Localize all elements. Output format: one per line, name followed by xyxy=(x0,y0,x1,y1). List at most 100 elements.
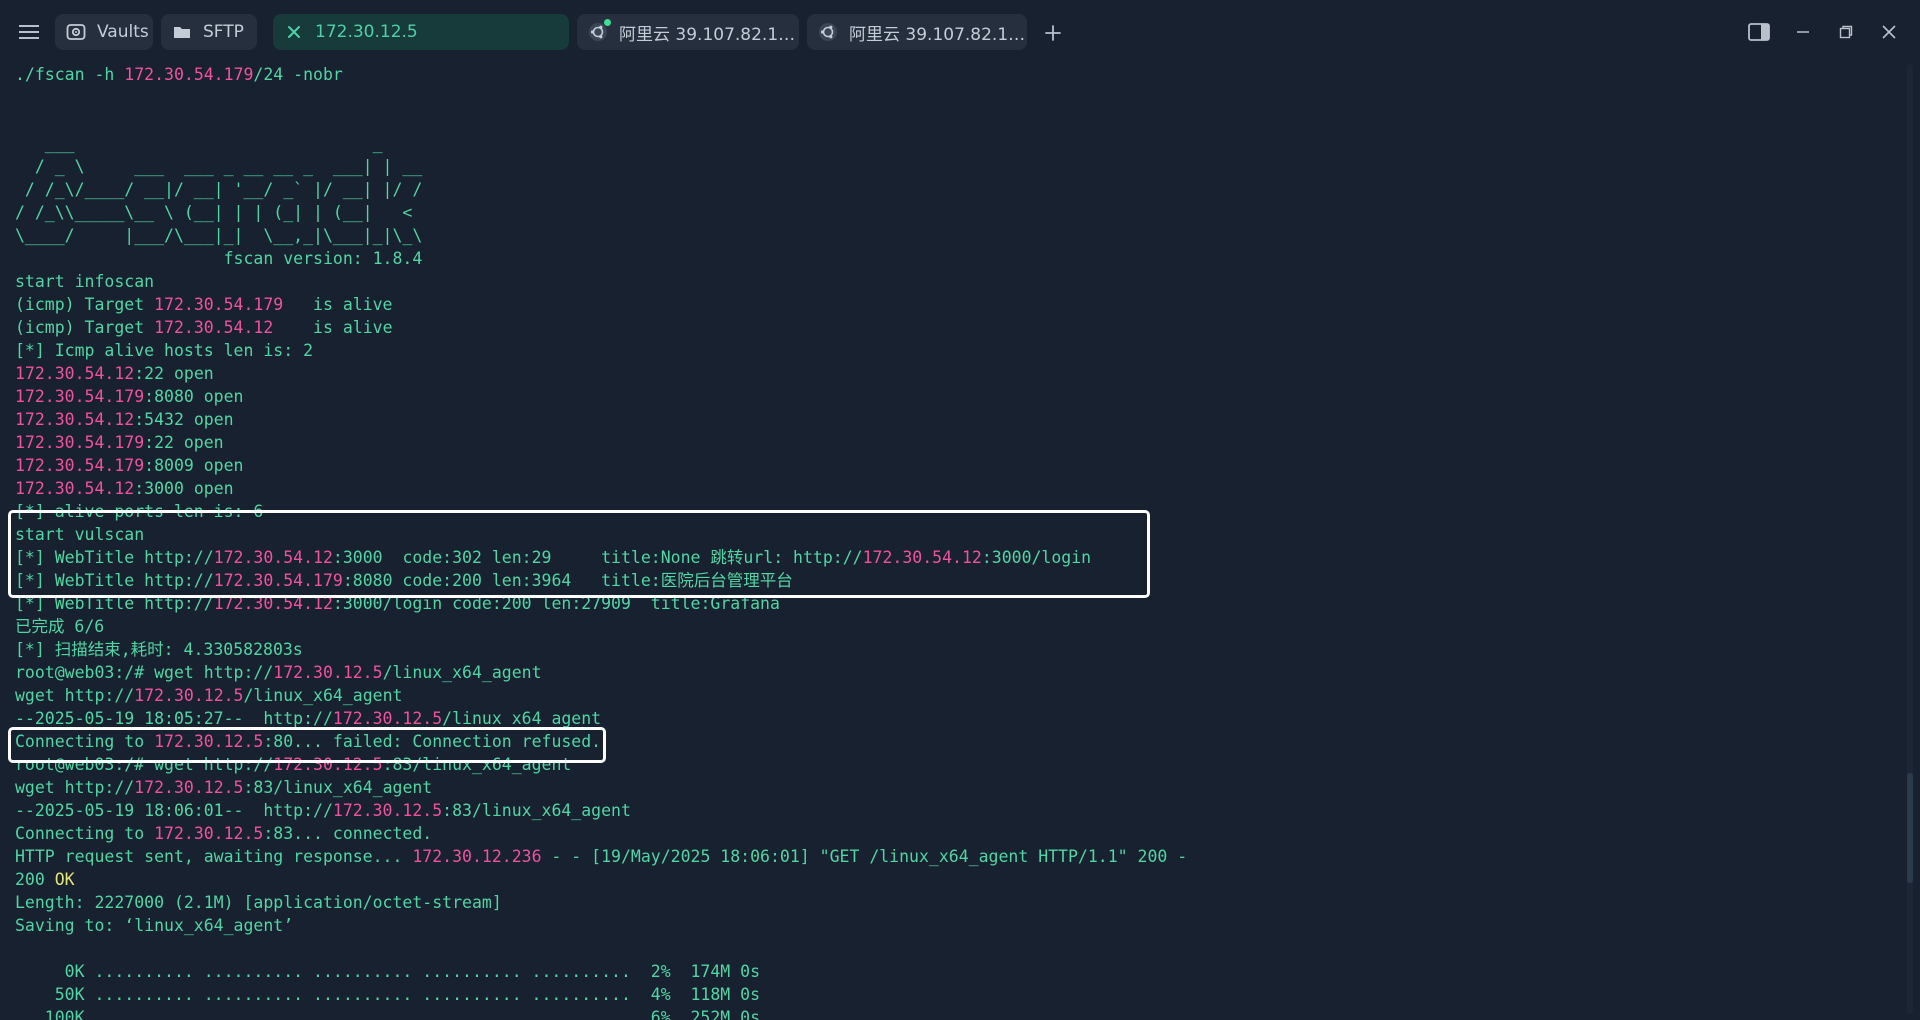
ip-address: 172.30.54.179 xyxy=(15,456,145,475)
terminal-text: :83/linux_x64_agent xyxy=(243,778,433,797)
ip-address: 172.30.54.12 xyxy=(15,410,135,429)
terminal-text: ___ _ xyxy=(15,134,383,153)
terminal-text: 0K .......... .......... .......... ....… xyxy=(15,962,761,981)
terminal-line: HTTP request sent, awaiting response... … xyxy=(15,845,1187,868)
ip-address: 172.30.12.5 xyxy=(134,686,244,705)
tab-vaults[interactable]: Vaults xyxy=(55,14,153,50)
ip-address: 172.30.12.236 xyxy=(412,847,542,866)
terminal-line: 172.30.54.179:8009 open xyxy=(15,454,243,477)
terminal-line: 172.30.54.12:3000 open xyxy=(15,477,234,500)
tab-label: 172.30.12.5 xyxy=(315,22,418,42)
terminal-line: --2025-05-19 18:06:01-- http://172.30.12… xyxy=(15,799,631,822)
terminal-line: fscan version: 1.8.4 xyxy=(15,247,423,270)
ip-address: 172.30.54.179 xyxy=(15,433,145,452)
tab-label: 阿里云 39.107.82.184... xyxy=(619,24,799,45)
connection-status-dot xyxy=(604,19,611,26)
terminal-line: / /_\\_____\__ \ (__| | | (_| | (__| < xyxy=(15,201,412,224)
terminal-text: \____/ |___/\___|_| \__,_|\___|_|\_\ xyxy=(15,226,423,245)
terminal-text: Length: 2227000 (2.1M) [application/octe… xyxy=(15,893,502,912)
terminal-line: root@web03:/# wget http://172.30.12.5:83… xyxy=(15,753,571,776)
terminal-app-window: Vaults SFTP 172.30.12.5 阿里云 39.107.82.18… xyxy=(0,0,1920,1020)
terminal-text: :3000/login code:200 len:27909 title:Gra… xyxy=(332,594,780,613)
terminal-line: [*] WebTitle http://172.30.54.12:3000 co… xyxy=(15,546,1091,569)
terminal-text: / _ \ ___ ___ _ __ __ _ ___| | __ xyxy=(15,157,423,176)
terminal-text: - - [19/May/2025 18:06:01] "GET /linux_x… xyxy=(541,847,1188,866)
terminal-line: 172.30.54.12:22 open xyxy=(15,362,214,385)
close-window-button[interactable] xyxy=(1876,19,1902,45)
terminal-text: :8080 open xyxy=(144,387,244,406)
tab-label: 阿里云 39.107.82.184... xyxy=(849,24,1027,45)
terminal-line: Connecting to 172.30.12.5:80... failed: … xyxy=(15,730,601,753)
ip-address: 172.30.12.5 xyxy=(273,663,383,682)
terminal-text: HTTP request sent, awaiting response... xyxy=(15,847,413,866)
ip-address: 172.30.54.179 xyxy=(124,65,254,84)
terminal-text: :80... failed: Connection refused. xyxy=(263,732,602,751)
terminal-text: wget http:// xyxy=(15,686,135,705)
terminal-line: 172.30.54.179:22 open xyxy=(15,431,224,454)
terminal-line: 已完成 6/6 xyxy=(15,615,104,638)
terminal-line: Saving to: ‘linux_x64_agent’ xyxy=(15,914,293,937)
close-icon[interactable] xyxy=(283,21,305,43)
minimize-icon xyxy=(1797,31,1809,33)
terminal-line: [*] Icmp alive hosts len is: 2 xyxy=(15,339,313,362)
ip-address: 172.30.54.12 xyxy=(213,548,333,567)
ip-address: 172.30.54.179 xyxy=(213,571,343,590)
terminal-line: Connecting to 172.30.12.5:83... connecte… xyxy=(15,822,432,845)
folder-icon xyxy=(171,21,193,43)
terminal-line: ___ _ xyxy=(15,132,383,155)
terminal-line: 172.30.54.12:5432 open xyxy=(15,408,234,431)
terminal-text: is alive xyxy=(273,318,393,337)
sidebar-panel-icon xyxy=(1748,23,1770,41)
terminal-text: --2025-05-19 18:05:27-- http:// xyxy=(15,709,333,728)
terminal-line: 0K .......... .......... .......... ....… xyxy=(15,960,760,983)
new-tab-button[interactable] xyxy=(1040,20,1066,46)
terminal-line: start infoscan xyxy=(15,270,154,293)
ip-address: 172.30.12.5 xyxy=(273,755,383,774)
ip-address: 172.30.12.5 xyxy=(154,824,264,843)
plus-icon xyxy=(1045,25,1061,41)
menu-button[interactable] xyxy=(16,18,42,46)
terminal-text: :83/linux_x64_agent xyxy=(382,755,572,774)
terminal-scrollbar-thumb[interactable] xyxy=(1907,773,1913,883)
terminal-line: [*] alive ports len is: 6 xyxy=(15,500,263,523)
tab-host-active[interactable]: 172.30.12.5 xyxy=(273,14,569,50)
terminal-output[interactable]: ./fscan -h 172.30.54.179/24 -nobr ___ _ … xyxy=(15,63,1895,1020)
terminal-text: 100K .......... .......... .......... ..… xyxy=(15,1008,761,1020)
toggle-sidebar-button[interactable] xyxy=(1745,19,1773,45)
terminal-text: 已完成 6/6 xyxy=(15,617,105,636)
ip-address: 172.30.54.179 xyxy=(154,295,284,314)
ip-address: 172.30.54.12 xyxy=(154,318,274,337)
ip-address: 172.30.54.12 xyxy=(862,548,982,567)
tab-aliyun-1[interactable]: 阿里云 39.107.82.184... xyxy=(577,14,799,50)
ubuntu-icon xyxy=(817,21,839,43)
terminal-text: [*] WebTitle http:// xyxy=(15,571,214,590)
terminal-text: :8009 open xyxy=(144,456,244,475)
tab-label: SFTP xyxy=(203,22,244,42)
terminal-text: / /_\\_____\__ \ (__| | | (_| | (__| < xyxy=(15,203,413,222)
ip-address: 172.30.54.12 xyxy=(15,479,135,498)
terminal-text: wget http:// xyxy=(15,778,135,797)
restore-button[interactable] xyxy=(1833,19,1859,45)
tab-sftp[interactable]: SFTP xyxy=(161,14,257,50)
ip-address: 172.30.54.12 xyxy=(15,364,135,383)
terminal-text: :83/linux_x64_agent xyxy=(442,801,631,820)
terminal-text: :3000 open xyxy=(134,479,234,498)
terminal-line: [*] 扫描结束,耗时: 4.330582803s xyxy=(15,638,303,661)
close-icon xyxy=(1882,25,1896,39)
tab-bar: Vaults SFTP 172.30.12.5 阿里云 39.107.82.18… xyxy=(0,0,1920,64)
terminal-line: (icmp) Target 172.30.54.179 is alive xyxy=(15,293,393,316)
terminal-line: \____/ |___/\___|_| \__,_|\___|_|\_\ xyxy=(15,224,422,247)
terminal-line: [*] WebTitle http://172.30.54.179:8080 c… xyxy=(15,569,793,592)
terminal-line: start vulscan xyxy=(15,523,144,546)
terminal-line: wget http://172.30.12.5:83/linux_x64_age… xyxy=(15,776,432,799)
ubuntu-icon xyxy=(587,19,611,43)
minimize-button[interactable] xyxy=(1790,19,1816,45)
terminal-text: start infoscan xyxy=(15,272,155,291)
terminal-text: /linux_x64_agent xyxy=(243,686,403,705)
terminal-text: /linux_x64_agent xyxy=(382,663,542,682)
terminal-text: Connecting to xyxy=(15,824,155,843)
terminal-line: [*] WebTitle http://172.30.54.12:3000/lo… xyxy=(15,592,780,615)
status-ok: OK xyxy=(54,870,75,889)
terminal-line: 172.30.54.179:8080 open xyxy=(15,385,243,408)
tab-aliyun-2[interactable]: 阿里云 39.107.82.184... xyxy=(807,14,1027,50)
